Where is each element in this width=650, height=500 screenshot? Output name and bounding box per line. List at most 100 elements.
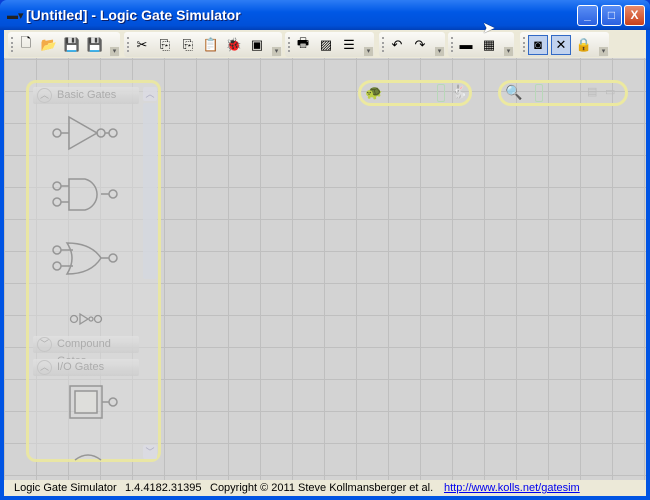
minimize-button[interactable]: _ bbox=[577, 5, 598, 26]
export-image-button[interactable]: ▨ bbox=[316, 35, 336, 55]
options-button[interactable]: ☰ bbox=[339, 35, 359, 55]
title-bar[interactable]: ▬▾ [Untitled] - Logic Gate Simulator _ □… bbox=[0, 0, 650, 30]
new-button[interactable]: 🗋 bbox=[16, 35, 36, 55]
open-button[interactable]: 📂 bbox=[39, 35, 59, 55]
toolbar-group: ↶ ↷ ▾ bbox=[379, 32, 445, 57]
not-gate[interactable] bbox=[51, 115, 121, 151]
zoom-slider-thumb[interactable] bbox=[535, 84, 543, 102]
toolbar: 🗋 📂 💾 💾 ▾ ✂ ⎘ ⎘ 📋 🐞 ▣ ▾ 🖶 ▨ ☰ ▾ ↶ ↷ ▾ ▬ ▦ ▾ ◙ ✕ 🔒 ▾ bbox=[4, 30, 646, 58]
toolbar-overflow-button[interactable]: ▾ bbox=[599, 47, 608, 56]
bug-button[interactable]: 🐞 bbox=[224, 35, 244, 55]
zoom-icon: 🔍 bbox=[505, 84, 523, 100]
chevron-up-icon: ︿ bbox=[37, 360, 52, 375]
rabbit-icon: 🐇 bbox=[451, 84, 468, 99]
lock-button[interactable]: 🔒 bbox=[574, 35, 594, 55]
grip-handle[interactable] bbox=[288, 37, 290, 52]
user-input-gate[interactable] bbox=[69, 385, 119, 421]
scroll-up-button[interactable]: ︿ bbox=[143, 87, 157, 101]
mouse-cursor-icon: ➤ bbox=[482, 20, 496, 37]
chip-button[interactable]: ▬ bbox=[456, 35, 476, 55]
app-window: ▬▾ [Untitled] - Logic Gate Simulator _ □… bbox=[0, 0, 650, 500]
palette-scrollbar[interactable]: ︿ ﹀ bbox=[143, 85, 157, 461]
save-as-icon: 💾 bbox=[86, 36, 104, 52]
toolbar-overflow-button[interactable]: ▾ bbox=[364, 47, 373, 56]
copy-as-image-button[interactable]: ⎘ bbox=[178, 35, 198, 55]
paste-icon: 📋 bbox=[202, 36, 220, 52]
grip-handle[interactable] bbox=[11, 37, 13, 52]
redo-button[interactable]: ↷ bbox=[410, 35, 430, 55]
options-icon: ☰ bbox=[343, 36, 355, 52]
close-button[interactable]: X bbox=[624, 5, 645, 26]
toolbar-overflow-button[interactable]: ▾ bbox=[504, 47, 513, 56]
paste-button[interactable]: 📋 bbox=[201, 35, 221, 55]
gate-view-button[interactable]: ◙ bbox=[528, 34, 548, 55]
bug-icon: 🐞 bbox=[225, 36, 243, 52]
copy-button[interactable]: ⎘ bbox=[155, 35, 175, 55]
website-link[interactable]: http://www.kolls.net/gatesim bbox=[444, 480, 580, 496]
cut-icon: ✂ bbox=[136, 36, 148, 52]
save-button[interactable]: 💾 bbox=[62, 35, 82, 55]
new-icon: 🗋 bbox=[20, 34, 32, 50]
toolbar-group: 🗋 📂 💾 💾 ▾ bbox=[8, 32, 120, 57]
gate-view-icon: ◙ bbox=[534, 37, 542, 52]
section-basic-gates[interactable]: ︿ Basic Gates bbox=[33, 87, 139, 104]
output-gate-partial[interactable] bbox=[73, 453, 103, 461]
wire-delete-button[interactable]: ✕ bbox=[551, 34, 571, 55]
toolbar-group: ◙ ✕ 🔒 ▾ bbox=[520, 32, 609, 57]
wire-delete-icon: ✕ bbox=[555, 36, 567, 52]
view-icon: ▣ bbox=[250, 36, 264, 52]
section-compound-gates[interactable]: ﹀Compound Gates bbox=[33, 336, 139, 367]
turtle-icon: 🐢 bbox=[365, 84, 383, 100]
lock-icon: 🔒 bbox=[575, 36, 593, 52]
chevron-down-icon: ﹀ bbox=[37, 337, 52, 352]
redo-icon: ↷ bbox=[414, 36, 426, 52]
zoom-control: 🔍 ▤ ▭ bbox=[498, 80, 628, 106]
status-app-name: Logic Gate Simulator bbox=[14, 482, 117, 494]
chip-icon: ▬ bbox=[459, 37, 473, 52]
toolbar-group: 🖶 ▨ ☰ ▾ bbox=[285, 32, 374, 57]
undo-icon: ↶ bbox=[391, 36, 403, 52]
open-icon: 📂 bbox=[40, 36, 58, 52]
section-io-gates[interactable]: ︿ I/O Gates bbox=[33, 359, 139, 376]
buffer-gate[interactable] bbox=[69, 311, 105, 327]
or-gate[interactable] bbox=[51, 242, 121, 278]
speed-control: 🐢 🐇 bbox=[358, 80, 472, 106]
copy-as-image-icon: ⎘ bbox=[182, 36, 194, 52]
undo-button[interactable]: ↶ bbox=[387, 35, 407, 55]
speed-slider-thumb[interactable] bbox=[437, 84, 445, 102]
status-version: 1.4.4182.31395 bbox=[125, 482, 202, 494]
toolbar-group: ✂ ⎘ ⎘ 📋 🐞 ▣ ▾ bbox=[124, 32, 282, 57]
maximize-button[interactable]: □ bbox=[601, 5, 622, 26]
cut-button[interactable]: ✂ bbox=[132, 35, 152, 55]
grip-handle[interactable] bbox=[451, 37, 453, 52]
save-icon: 💾 bbox=[63, 36, 81, 52]
save-as-button[interactable]: 💾 bbox=[85, 35, 105, 55]
grip-handle[interactable] bbox=[523, 37, 525, 52]
gate-palette: ︿Basic Gates ﹀Compound Gates ︿I/O Gates … bbox=[26, 80, 161, 462]
view-button[interactable]: ▣ bbox=[247, 35, 267, 55]
grip-handle[interactable] bbox=[382, 37, 384, 52]
print-button[interactable]: 🖶 bbox=[293, 35, 313, 55]
window-title: [Untitled] - Logic Gate Simulator bbox=[26, 7, 241, 23]
circuit-canvas[interactable]: ︿Basic Gates ﹀Compound Gates ︿I/O Gates … bbox=[4, 58, 646, 480]
section-label: Basic Gates bbox=[57, 89, 117, 101]
toolbar-overflow-button[interactable]: ▾ bbox=[435, 47, 444, 56]
section-label: I/O Gates bbox=[57, 361, 105, 373]
and-gate[interactable] bbox=[51, 178, 121, 214]
toolbar-overflow-button[interactable]: ▾ bbox=[272, 47, 281, 56]
status-bar: Logic Gate Simulator 1.4.4182.31395 Copy… bbox=[4, 480, 646, 496]
toolbar-group: ▬ ▦ ▾ bbox=[448, 32, 514, 57]
scroll-thumb[interactable] bbox=[143, 103, 157, 279]
export-image-icon: ▨ bbox=[319, 36, 333, 52]
toolbar-overflow-button[interactable]: ▾ bbox=[110, 47, 119, 56]
zoom-reset-icon[interactable]: ▭ bbox=[605, 85, 615, 98]
status-copyright: Copyright © 2011 Steve Kollmansberger et… bbox=[210, 482, 434, 494]
zoom-fit-icon[interactable]: ▤ bbox=[587, 85, 597, 98]
calculator-icon: ▦ bbox=[482, 36, 496, 52]
copy-icon: ⎘ bbox=[159, 36, 171, 52]
scroll-down-button[interactable]: ﹀ bbox=[143, 445, 157, 459]
print-icon: 🖶 bbox=[296, 34, 310, 50]
client-area: 🗋 📂 💾 💾 ▾ ✂ ⎘ ⎘ 📋 🐞 ▣ ▾ 🖶 ▨ ☰ ▾ ↶ ↷ ▾ ▬ ▦ ▾ ◙ ✕ 🔒 ▾ ︿ Basic Gates … bbox=[4, 30, 646, 496]
grip-handle[interactable] bbox=[127, 37, 129, 52]
app-icon: ▬▾ bbox=[7, 10, 24, 22]
